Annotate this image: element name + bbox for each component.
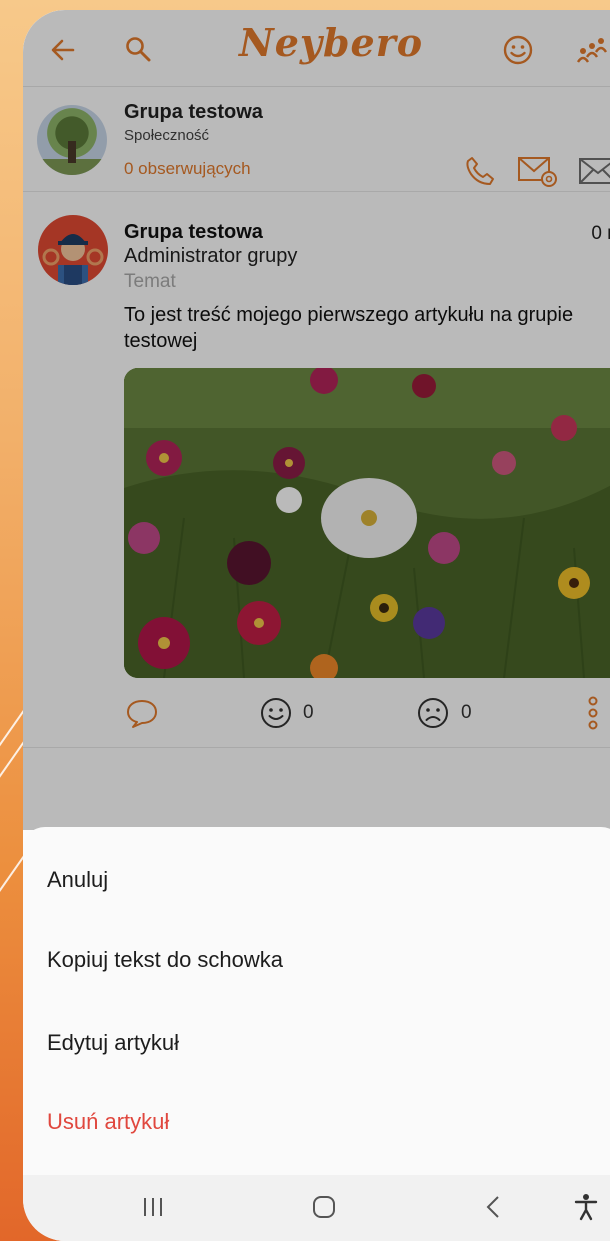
group-followers[interactable]: 0 obserwujących (124, 159, 251, 179)
like-smile-icon[interactable] (257, 694, 295, 732)
action-sheet: Anuluj Kopiuj tekst do schowka Edytuj ar… (23, 827, 610, 1177)
people-icon[interactable] (571, 32, 610, 68)
post-topic: Temat (124, 271, 176, 292)
back-arrow-icon[interactable] (45, 32, 81, 68)
home-icon[interactable] (304, 1189, 344, 1225)
post-card[interactable]: Grupa testowa 0 m Administrator grupy Te… (23, 192, 610, 748)
group-type: Społeczność (124, 127, 210, 144)
copy-text-option[interactable]: Kopiuj tekst do schowka (47, 947, 283, 973)
recent-apps-icon[interactable] (133, 1189, 173, 1225)
cancel-option[interactable]: Anuluj (47, 867, 108, 893)
post-author: Grupa testowa (124, 221, 263, 243)
post-image[interactable] (124, 368, 610, 678)
smiley-icon[interactable] (498, 30, 538, 70)
back-nav-icon[interactable] (473, 1189, 513, 1225)
edit-article-option[interactable]: Edytuj artykuł (47, 1030, 179, 1056)
post-time: 0 m (591, 223, 610, 244)
comment-icon[interactable] (123, 694, 161, 732)
top-bar: Neybero (23, 10, 610, 87)
accessibility-icon[interactable] (566, 1189, 606, 1225)
delete-article-option[interactable]: Usuń artykuł (47, 1109, 169, 1135)
reactions-bar: 0 0 (23, 690, 610, 736)
group-header[interactable]: Grupa testowa Społeczność 0 obserwującyc… (23, 87, 610, 192)
app-content: Neybero Grupa testowa Społeczność 0 obse… (23, 10, 610, 830)
like-count: 0 (303, 702, 314, 723)
more-options-icon[interactable] (579, 692, 607, 734)
app-logo: Neybero (239, 20, 424, 65)
system-nav-bar (23, 1175, 610, 1241)
dislike-sad-icon[interactable] (414, 694, 452, 732)
group-name: Grupa testowa (124, 101, 263, 123)
search-icon[interactable] (119, 30, 157, 68)
mail-icon[interactable] (576, 153, 610, 189)
dislike-count: 0 (461, 702, 472, 723)
author-avatar (38, 215, 108, 285)
email-at-icon[interactable] (516, 153, 560, 189)
phone-screen: Neybero Grupa testowa Społeczność 0 obse… (23, 10, 610, 1241)
author-role: Administrator grupy (124, 245, 298, 267)
group-avatar (37, 105, 107, 175)
phone-icon[interactable] (460, 151, 500, 191)
post-body: To jest treść mojego pierwszego artykułu… (124, 304, 574, 352)
